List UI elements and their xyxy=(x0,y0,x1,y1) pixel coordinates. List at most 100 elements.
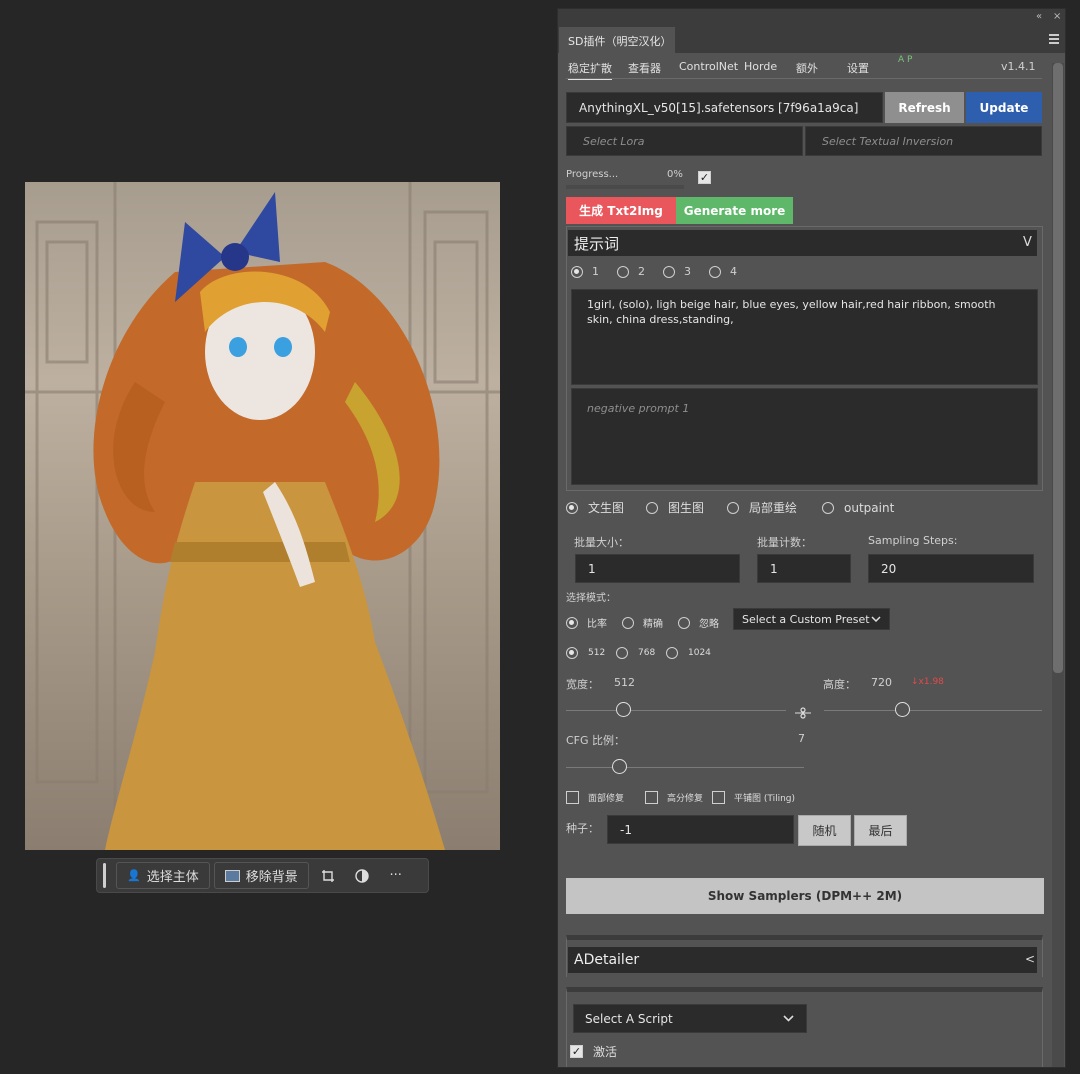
drag-handle[interactable] xyxy=(103,863,106,888)
batch-size-input[interactable]: 1 xyxy=(575,554,740,583)
height-slider-knob[interactable] xyxy=(895,702,910,717)
panel-title-strip xyxy=(558,9,1065,27)
model-select[interactable]: AnythingXL_v50[15].safetensors [7f96a1a9… xyxy=(566,92,883,123)
contextual-task-bar: 👤 选择主体 移除背景 ··· xyxy=(96,858,429,893)
generate-txt2img-button[interactable]: 生成 Txt2Img xyxy=(566,197,676,224)
link-icon[interactable] xyxy=(794,704,812,719)
refresh-button[interactable]: Refresh xyxy=(885,92,964,123)
progress-label: Progress... xyxy=(566,169,619,180)
chevron-down-icon xyxy=(783,1015,794,1022)
subtab-controlnet[interactable]: ControlNet xyxy=(679,60,738,73)
ap-indicator: A P xyxy=(898,55,913,65)
last-seed-button[interactable]: 最后 xyxy=(854,815,907,846)
adjustment-icon[interactable] xyxy=(347,862,377,889)
prompt-slot-group: 1 2 3 4 xyxy=(571,265,737,278)
size-768[interactable]: 768 xyxy=(616,647,666,659)
cfg-label: CFG 比例： xyxy=(566,734,626,747)
canvas-image[interactable] xyxy=(25,182,500,850)
seed-input[interactable]: -1 xyxy=(607,815,794,844)
select-subject-label: 选择主体 xyxy=(146,870,199,885)
activate-option[interactable]: ✓ 激活 xyxy=(570,1043,617,1060)
prompt-slot-2[interactable]: 2 xyxy=(617,265,645,278)
sd-plugin-panel: « × SD插件（明空汉化） 稳定扩散 查看器 ControlNet Horde… xyxy=(557,8,1066,1068)
chevron-down-icon xyxy=(871,616,881,622)
positive-prompt-input[interactable]: 1girl, (solo), ligh beige hair, blue eye… xyxy=(571,289,1038,385)
panel-tab-title[interactable]: SD插件（明空汉化） xyxy=(559,27,675,53)
ratio-mode-ignore[interactable]: 忽略 xyxy=(678,615,719,630)
chevron-down-icon[interactable]: V xyxy=(1023,235,1032,250)
version-label: v1.4.1 xyxy=(1001,60,1036,73)
negative-prompt-input[interactable]: negative prompt 1 xyxy=(571,388,1038,485)
cfg-value: 7 xyxy=(798,732,805,745)
person-icon: 👤 xyxy=(127,869,141,882)
ratio-mode-exact[interactable]: 精确 xyxy=(622,615,678,630)
random-seed-button[interactable]: 随机 xyxy=(798,815,851,846)
width-label: 宽度： xyxy=(566,678,599,691)
mode-img2img[interactable]: 图生图 xyxy=(646,499,727,516)
subtab-viewer[interactable]: 查看器 xyxy=(628,60,661,76)
negative-prompt-placeholder: negative prompt 1 xyxy=(587,402,690,415)
progress-checkbox[interactable]: ✓ xyxy=(698,171,711,184)
close-icon[interactable]: × xyxy=(1053,11,1061,22)
lora-placeholder: Select Lora xyxy=(583,134,645,148)
subtab-divider xyxy=(566,78,1042,79)
adetailer-label: ADetailer xyxy=(574,952,640,968)
height-label: 高度： xyxy=(823,678,856,691)
size-512[interactable]: 512 xyxy=(566,647,616,659)
batch-count-input[interactable]: 1 xyxy=(757,554,851,583)
subtab-horde[interactable]: Horde xyxy=(744,60,777,73)
width-value: 512 xyxy=(614,676,635,689)
chevron-left-icon[interactable]: < xyxy=(1025,952,1035,966)
batch-size-label: 批量大小： xyxy=(574,536,629,549)
hires-fix-option[interactable]: 高分修复 xyxy=(645,791,712,804)
more-options-icon[interactable]: ··· xyxy=(381,862,411,889)
face-restore-option[interactable]: 面部修复 xyxy=(566,791,645,804)
prompt-header[interactable]: 提示词 xyxy=(568,230,1037,256)
scrollbar-thumb[interactable] xyxy=(1053,63,1063,673)
subtab-settings[interactable]: 设置 xyxy=(847,60,869,76)
script-select[interactable]: Select A Script xyxy=(573,1004,807,1033)
tiling-option[interactable]: 平铺图 (Tiling) xyxy=(712,791,795,804)
select-subject-button[interactable]: 👤 选择主体 xyxy=(116,862,210,889)
height-slider-track[interactable] xyxy=(824,710,1042,711)
activate-label: 激活 xyxy=(593,1045,618,1059)
update-button[interactable]: Update xyxy=(966,92,1042,123)
prompt-slot-1[interactable]: 1 xyxy=(571,265,599,278)
collapse-icon[interactable]: « xyxy=(1036,11,1042,22)
activate-checkbox[interactable]: ✓ xyxy=(570,1045,583,1058)
prompt-slot-3[interactable]: 3 xyxy=(663,265,691,278)
width-slider-track[interactable] xyxy=(566,710,786,711)
prompt-header-label: 提示词 xyxy=(574,234,620,253)
mode-inpaint[interactable]: 局部重绘 xyxy=(727,499,822,516)
subtab-stable-diffusion[interactable]: 稳定扩散 xyxy=(568,60,612,80)
steps-label: Sampling Steps: xyxy=(868,534,958,547)
custom-preset-select[interactable]: Select a Custom Preset xyxy=(733,608,890,630)
generate-more-button[interactable]: Generate more xyxy=(676,197,793,224)
select-mode-label: 选择模式： xyxy=(566,593,616,604)
prompt-slot-4[interactable]: 4 xyxy=(709,265,737,278)
custom-preset-label: Select a Custom Preset xyxy=(742,612,870,626)
ratio-mode-ratio[interactable]: 比率 xyxy=(566,615,622,630)
cfg-slider-knob[interactable] xyxy=(612,759,627,774)
progress-value: 0% xyxy=(667,169,683,180)
textual-inversion-select[interactable]: Select Textual Inversion xyxy=(805,126,1042,156)
remove-background-label: 移除背景 xyxy=(245,870,298,885)
remove-background-button[interactable]: 移除背景 xyxy=(213,862,309,889)
width-slider-knob[interactable] xyxy=(616,702,631,717)
crop-icon[interactable] xyxy=(313,862,343,889)
mode-radio-group: 文生图 图生图 局部重绘 outpaint xyxy=(566,499,894,516)
progress-bar xyxy=(566,185,684,189)
show-samplers-button[interactable]: Show Samplers (DPM++ 2M) xyxy=(566,878,1044,914)
lora-select[interactable]: Select Lora xyxy=(566,126,803,156)
panel-scrollbar[interactable] xyxy=(1052,63,1064,1067)
sampling-steps-input[interactable]: 20 xyxy=(868,554,1034,583)
ratio-mode-group: 比率 精确 忽略 xyxy=(566,615,719,630)
panel-menu-icon[interactable] xyxy=(1049,34,1059,46)
adetailer-header[interactable]: ADetailer xyxy=(568,947,1037,973)
ratio-note: ↓x1.98 xyxy=(911,677,944,687)
mode-txt2img[interactable]: 文生图 xyxy=(566,499,646,516)
size-1024[interactable]: 1024 xyxy=(666,647,711,659)
subtab-extras[interactable]: 额外 xyxy=(796,60,818,76)
mode-outpaint[interactable]: outpaint xyxy=(822,501,894,515)
cfg-slider-track[interactable] xyxy=(566,767,804,768)
